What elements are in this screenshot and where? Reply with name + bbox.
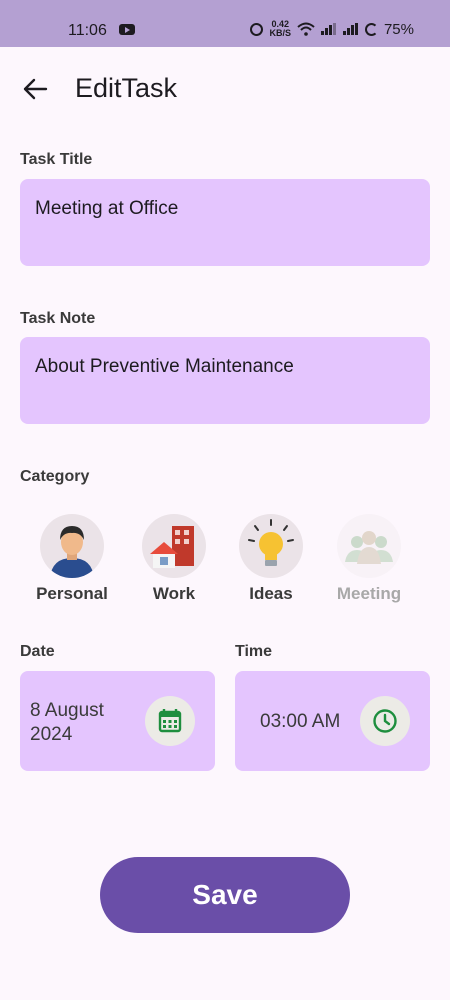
task-title-input[interactable]: Meeting at Office — [20, 179, 430, 266]
calendar-button[interactable] — [145, 696, 195, 746]
time-label: Time — [235, 643, 273, 660]
task-title-label: Task Title — [20, 151, 93, 168]
signal-icon — [320, 23, 337, 35]
category-personal[interactable]: Personal — [27, 514, 117, 604]
clock-icon — [373, 709, 397, 733]
task-note-input[interactable]: About Preventive Maintenance — [20, 337, 430, 424]
youtube-icon — [119, 24, 135, 35]
status-icons: 0.42 KB/S 75% — [250, 20, 414, 38]
time-field[interactable]: 03:00 AM — [235, 671, 430, 771]
network-speed: 0.42 KB/S — [269, 20, 291, 38]
time-value: 03:00 AM — [260, 711, 341, 732]
category-ideas[interactable]: Ideas — [226, 514, 316, 604]
alarm-icon — [250, 22, 264, 36]
category-label-ideas: Ideas — [249, 584, 293, 603]
wifi-icon — [297, 22, 315, 36]
signal-icon-2 — [342, 23, 359, 35]
person-icon — [40, 514, 104, 578]
lightbulb-icon — [239, 514, 303, 578]
category-label-meeting: Meeting — [336, 584, 402, 603]
clock-button[interactable] — [360, 696, 410, 746]
date-label: Date — [20, 643, 55, 660]
battery-icon — [364, 22, 378, 36]
building-icon — [142, 514, 206, 578]
date-value: 8 August 2024 — [30, 700, 104, 745]
category-work[interactable]: Work — [129, 514, 219, 604]
page-title: EditTask — [75, 73, 178, 103]
category-label-work: Work — [152, 584, 196, 603]
status-bar: 11:06 0.42 KB/S 75% — [0, 0, 450, 47]
save-button[interactable]: Save — [100, 857, 350, 933]
group-icon — [337, 514, 401, 578]
task-note-label: Task Note — [20, 310, 96, 327]
date-field[interactable]: 8 August 2024 — [20, 671, 215, 771]
category-meeting[interactable]: Meeting — [324, 514, 414, 604]
category-label-personal: Personal — [36, 584, 108, 603]
battery-level: 75% — [383, 20, 414, 38]
back-arrow-icon[interactable] — [22, 76, 48, 102]
network-speed-unit: KB/S — [269, 28, 291, 38]
calendar-icon — [158, 709, 182, 733]
category-label: Category — [20, 468, 90, 485]
status-time: 11:06 — [68, 22, 107, 39]
